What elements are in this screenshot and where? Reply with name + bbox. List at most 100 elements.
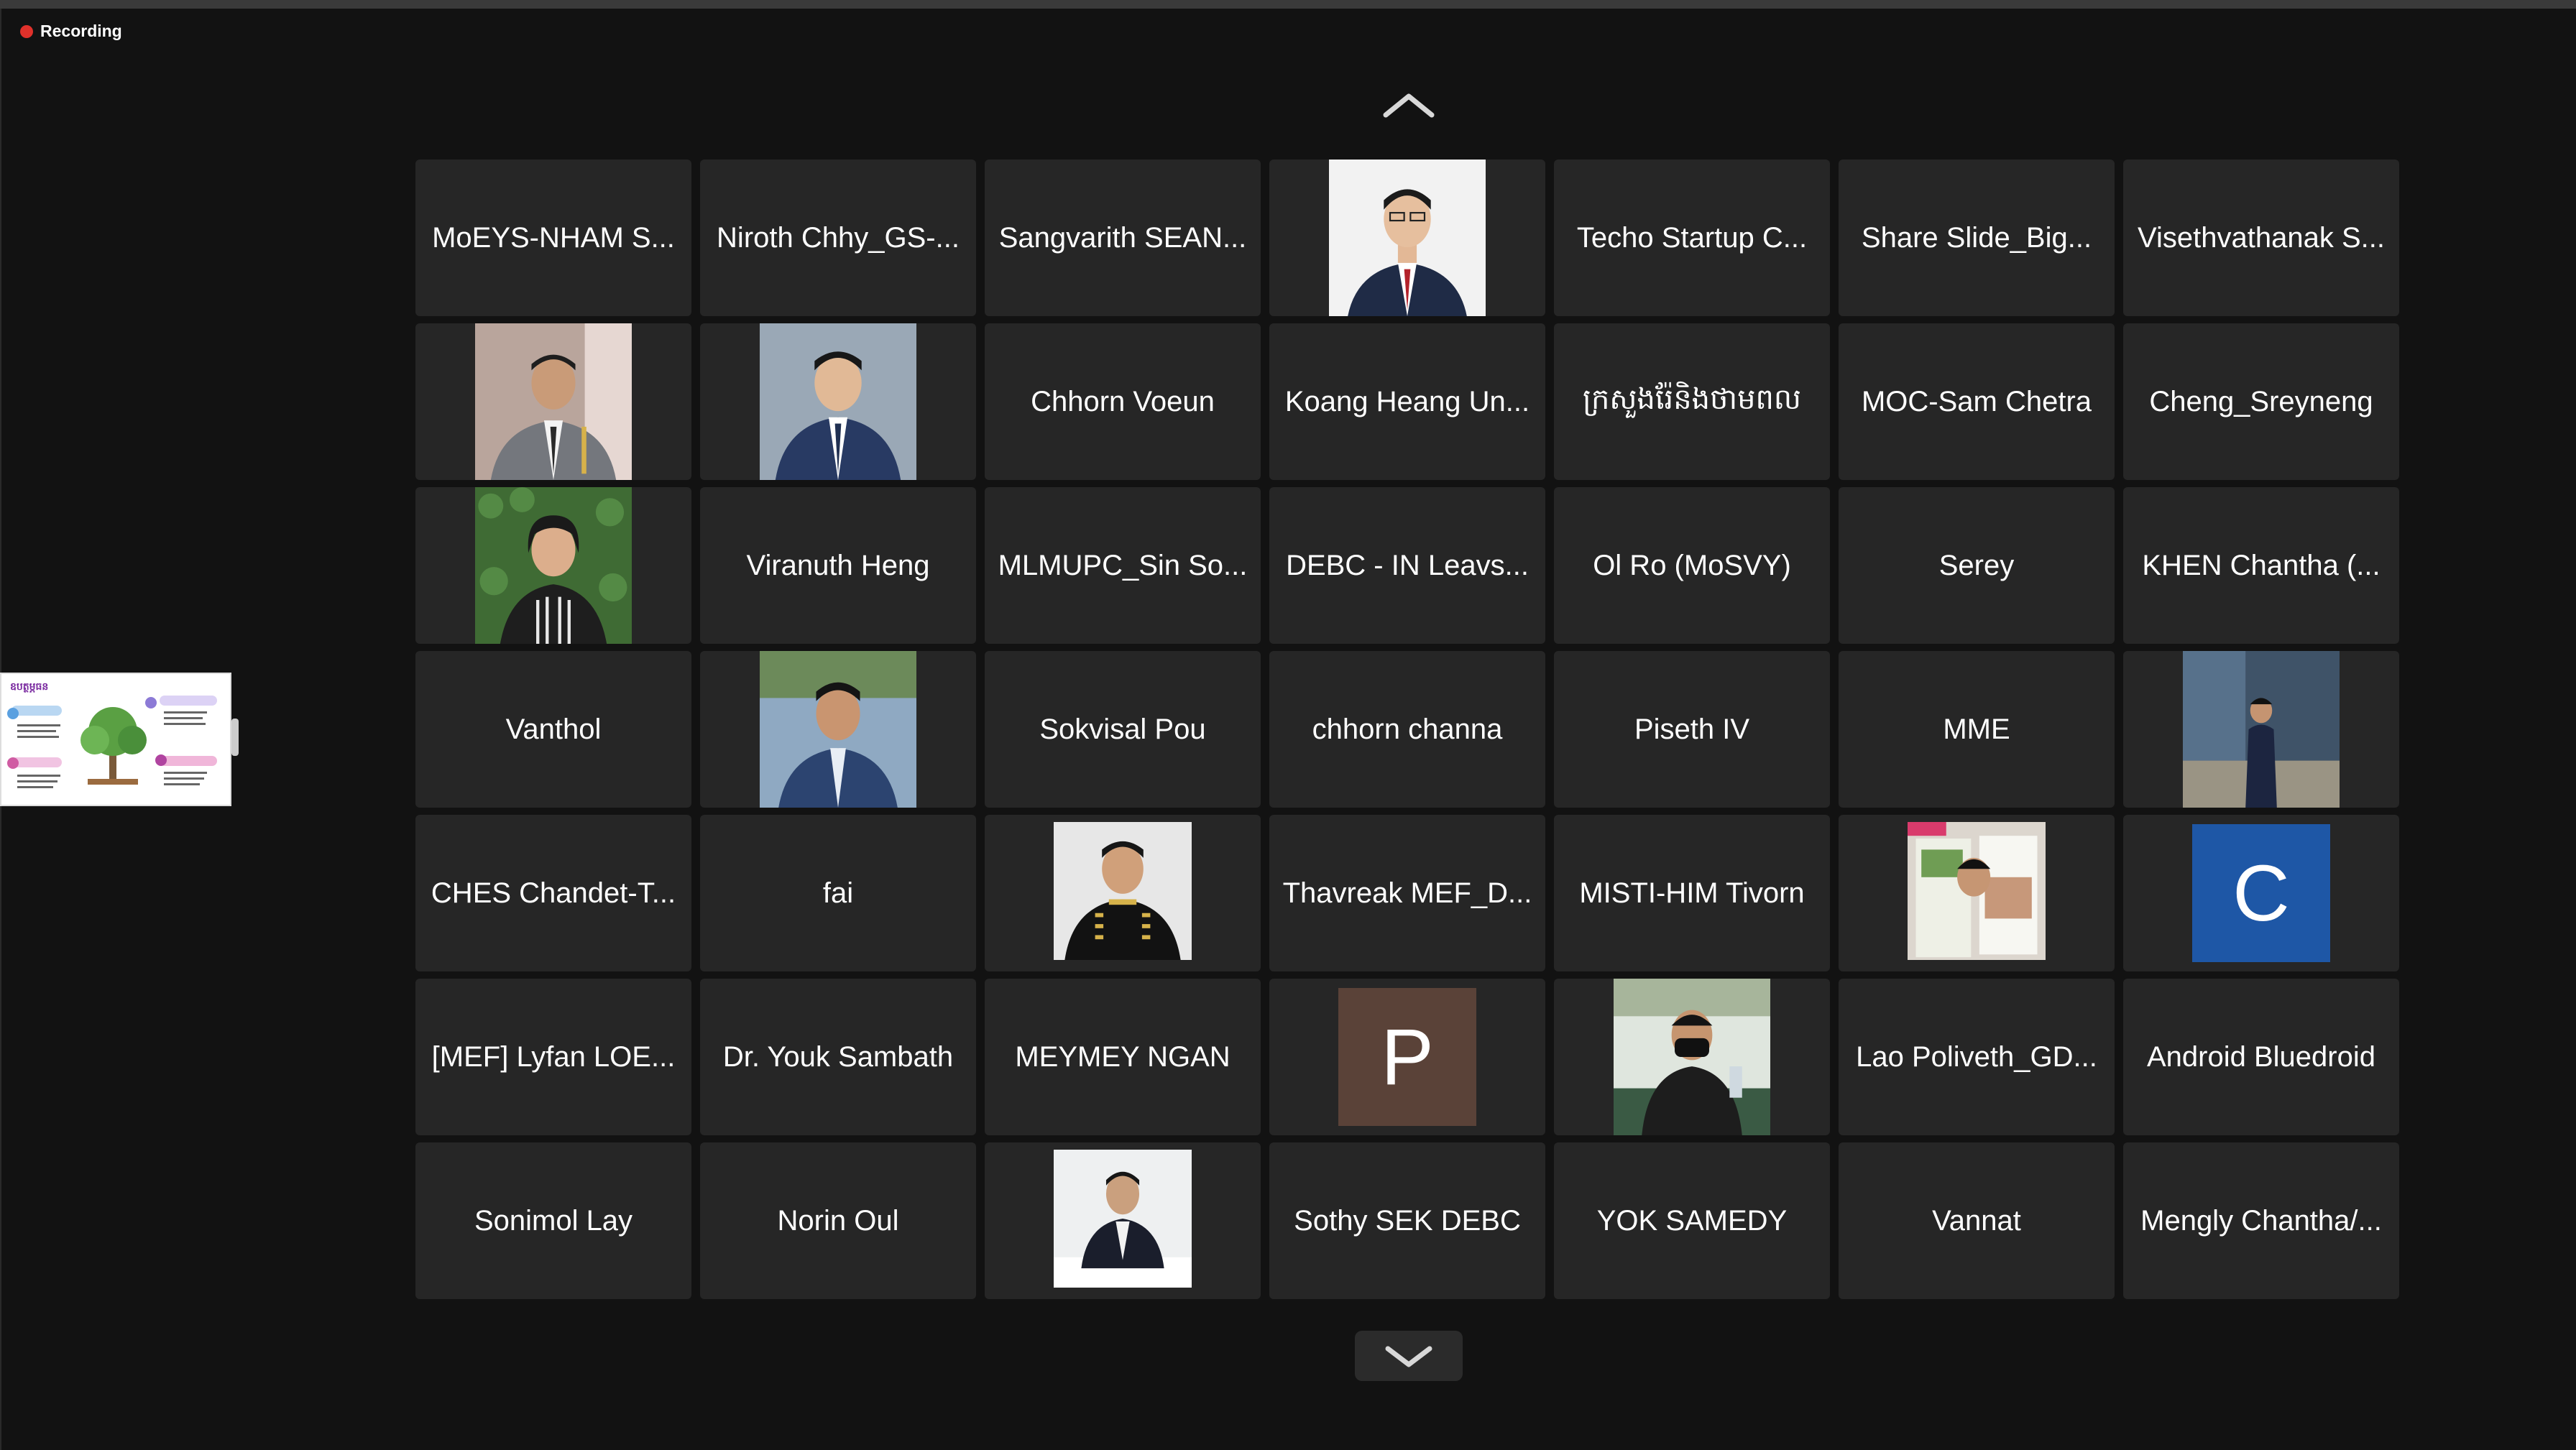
participant-tile-mengly-chantha[interactable]: Mengly Chantha/... bbox=[2123, 1142, 2399, 1299]
participant-tile-thavreak-mef-d[interactable]: Thavreak MEF_D... bbox=[1269, 815, 1545, 971]
participant-tile-yok-samedy[interactable]: YOK SAMEDY bbox=[1554, 1142, 1830, 1299]
participant-name: Sonimol Lay bbox=[474, 1204, 633, 1237]
participant-tile-vanthol[interactable]: Vanthol bbox=[415, 651, 691, 808]
participant-name: Visethvathanak S... bbox=[2138, 221, 2385, 254]
participant-tile-koang-heang-un[interactable]: Koang Heang Un... bbox=[1269, 323, 1545, 480]
participant-tile-norin-oul[interactable]: Norin Oul bbox=[700, 1142, 976, 1299]
participant-name: Thavreak MEF_D... bbox=[1282, 877, 1532, 909]
participant-tile-moc-sam-chetra[interactable]: MOC-Sam Chetra bbox=[1839, 323, 2115, 480]
participant-tile-video[interactable] bbox=[700, 323, 976, 480]
participant-tile-video[interactable] bbox=[415, 323, 691, 480]
participant-tile-dr-youk-sambath[interactable]: Dr. Youk Sambath bbox=[700, 979, 976, 1135]
participant-tile-video[interactable] bbox=[985, 815, 1261, 971]
participant-tile-moeys-nham-s[interactable]: MoEYS-NHAM S... bbox=[415, 160, 691, 316]
participant-name: Sangvarith SEAN... bbox=[998, 221, 1247, 254]
participant-tile-mlmupc-sin-so[interactable]: MLMUPC_Sin So... bbox=[985, 487, 1261, 644]
participant-name: MoEYS-NHAM S... bbox=[432, 221, 675, 254]
participant-tile-video[interactable] bbox=[415, 487, 691, 644]
participant-tile-sothy-sek-debc[interactable]: Sothy SEK DEBC bbox=[1269, 1142, 1545, 1299]
participant-video-feed bbox=[760, 323, 916, 480]
participant-name: Dr. Youk Sambath bbox=[722, 1040, 954, 1073]
participant-tile-visethvathanak-s[interactable]: Visethvathanak S... bbox=[2123, 160, 2399, 316]
participant-video-feed bbox=[475, 487, 632, 644]
participant-tile-sokvisal-pou[interactable]: Sokvisal Pou bbox=[985, 651, 1261, 808]
participant-video-feed bbox=[1054, 1150, 1192, 1288]
participant-name: Cheng_Sreyneng bbox=[2149, 385, 2373, 417]
participant-video-feed bbox=[1329, 160, 1486, 316]
participant-name: Sokvisal Pou bbox=[1039, 713, 1206, 745]
shared-screen-thumbnail[interactable]: ឧបត្ថម្ភធន bbox=[0, 673, 231, 806]
participant-tile-sangvarith-sean[interactable]: Sangvarith SEAN... bbox=[985, 160, 1261, 316]
participant-name: CHES Chandet-T... bbox=[431, 877, 676, 909]
participant-tile-video[interactable] bbox=[985, 1142, 1261, 1299]
participant-tile-video[interactable] bbox=[700, 651, 976, 808]
participant-tile-android-bluedroid[interactable]: Android Bluedroid bbox=[2123, 979, 2399, 1135]
participant-name: MEYMEY NGAN bbox=[1015, 1040, 1230, 1073]
participant-video-feed bbox=[475, 323, 632, 480]
participant-name: Vannat bbox=[1932, 1204, 2021, 1237]
shared-slide-title: ឧបត្ថម្ភធន bbox=[10, 680, 49, 692]
participant-name: Android Bluedroid bbox=[2147, 1040, 2375, 1073]
participant-name: Niroth Chhy_GS-... bbox=[717, 221, 960, 254]
participant-tile-video[interactable] bbox=[1269, 160, 1545, 316]
participant-tile-meymey-ngan[interactable]: MEYMEY NGAN bbox=[985, 979, 1261, 1135]
participant-name: Viranuth Heng bbox=[746, 549, 930, 581]
page-up-button[interactable] bbox=[1380, 88, 1438, 124]
participant-name: [MEF] Lyfan LOE... bbox=[431, 1040, 676, 1073]
window-top-bar bbox=[0, 0, 2576, 9]
participant-name: chhorn channa bbox=[1312, 713, 1503, 745]
participant-tile-vannat[interactable]: Vannat bbox=[1839, 1142, 2115, 1299]
participant-name: Techo Startup C... bbox=[1576, 221, 1808, 254]
participant-name: YOK SAMEDY bbox=[1596, 1204, 1788, 1237]
participant-tile-viranuth-heng[interactable]: Viranuth Heng bbox=[700, 487, 976, 644]
participant-tile-ol-ro-mosvy[interactable]: Ol Ro (MoSVY) bbox=[1554, 487, 1830, 644]
participant-tile-share-slide-big[interactable]: Share Slide_Big... bbox=[1839, 160, 2115, 316]
participant-tile-mme[interactable]: MME bbox=[1839, 651, 2115, 808]
participant-name: Mengly Chantha/... bbox=[2140, 1204, 2382, 1237]
avatar-initial: P bbox=[1338, 988, 1476, 1126]
participant-tile-misti-him-tivorn[interactable]: MISTI-HIM Tivorn bbox=[1554, 815, 1830, 971]
participant-name: Norin Oul bbox=[777, 1204, 899, 1237]
recording-label: Recording bbox=[40, 22, 122, 40]
participant-name: MOC-Sam Chetra bbox=[1861, 385, 2092, 417]
participant-tile-avatar[interactable]: C bbox=[2123, 815, 2399, 971]
participant-name: DEBC - IN Leavs... bbox=[1286, 549, 1529, 581]
participant-tile-niroth-chhy-gs[interactable]: Niroth Chhy_GS-... bbox=[700, 160, 976, 316]
participant-name: Lao Poliveth_GD... bbox=[1856, 1040, 2097, 1073]
participant-tile-avatar[interactable]: P bbox=[1269, 979, 1545, 1135]
participant-tile-cheng-sreyneng[interactable]: Cheng_Sreyneng bbox=[2123, 323, 2399, 480]
participant-tile-lao-poliveth-gd[interactable]: Lao Poliveth_GD... bbox=[1839, 979, 2115, 1135]
participant-name: Ol Ro (MoSVY) bbox=[1593, 549, 1791, 581]
participant-tile-video[interactable] bbox=[1839, 815, 2115, 971]
participant-name: MISTI-HIM Tivorn bbox=[1579, 877, 1805, 909]
participant-tile-video[interactable] bbox=[1554, 979, 1830, 1135]
participant-name: ក្រសួងរ៉ែនិងថាមពល bbox=[1583, 383, 1801, 415]
chevron-up-icon bbox=[1383, 93, 1435, 118]
participant-name: MME bbox=[1943, 713, 2010, 745]
recording-indicator: Recording bbox=[20, 22, 122, 41]
participant-name: Sothy SEK DEBC bbox=[1294, 1204, 1521, 1237]
participant-tile-khen-chantha[interactable]: KHEN Chantha (... bbox=[2123, 487, 2399, 644]
participant-video-feed bbox=[1908, 822, 2046, 960]
participant-tile-ches-chandet-t[interactable]: CHES Chandet-T... bbox=[415, 815, 691, 971]
thumbnail-resize-handle[interactable] bbox=[231, 719, 239, 756]
participant-tile-debc-in-leavs[interactable]: DEBC - IN Leavs... bbox=[1269, 487, 1545, 644]
participant-tile-chhorn-voeun[interactable]: Chhorn Voeun bbox=[985, 323, 1261, 480]
participant-tile-piseth-iv[interactable]: Piseth IV bbox=[1554, 651, 1830, 808]
participant-tile-video[interactable] bbox=[2123, 651, 2399, 808]
page-down-button[interactable] bbox=[1355, 1331, 1463, 1381]
participant-tile-mef-lyfan-loe[interactable]: [MEF] Lyfan LOE... bbox=[415, 979, 691, 1135]
participant-name: Koang Heang Un... bbox=[1284, 385, 1530, 417]
participant-name: Serey bbox=[1938, 549, 2015, 581]
participant-tile-serey[interactable]: Serey bbox=[1839, 487, 2115, 644]
participant-tile-participant[interactable]: ក្រសួងរ៉ែនិងថាមពល bbox=[1554, 323, 1830, 480]
record-dot-icon bbox=[20, 24, 33, 38]
participant-name: fai bbox=[822, 877, 854, 909]
participant-tile-sonimol-lay[interactable]: Sonimol Lay bbox=[415, 1142, 691, 1299]
participant-tile-techo-startup-c[interactable]: Techo Startup C... bbox=[1554, 160, 1830, 316]
participant-video-feed bbox=[2183, 651, 2340, 808]
participant-video-feed bbox=[1054, 822, 1192, 960]
participant-tile-chhorn-channa[interactable]: chhorn channa bbox=[1269, 651, 1545, 808]
participant-tile-fai[interactable]: fai bbox=[700, 815, 976, 971]
participant-name: Share Slide_Big... bbox=[1861, 221, 2092, 254]
